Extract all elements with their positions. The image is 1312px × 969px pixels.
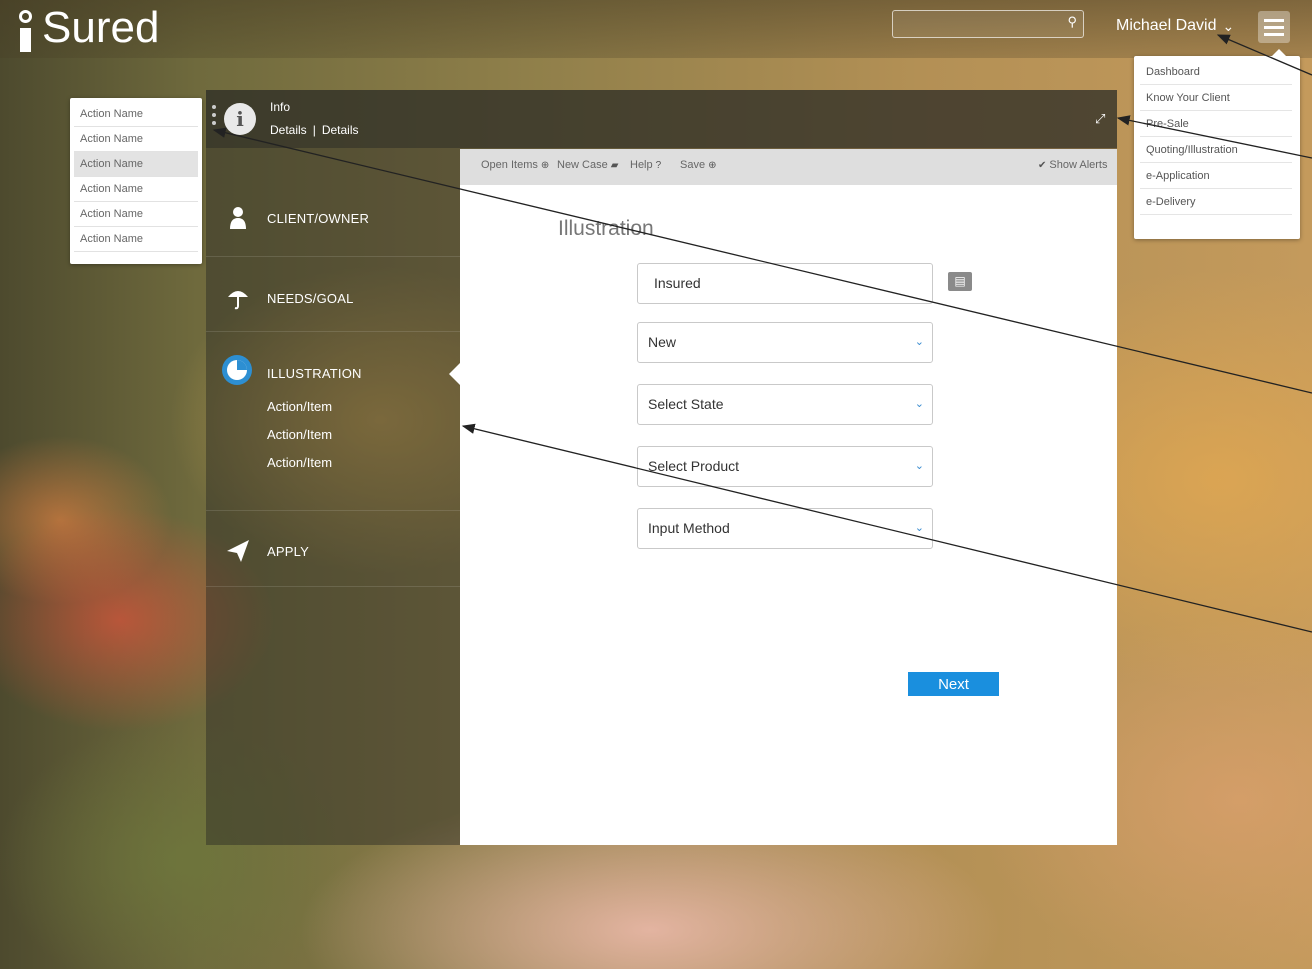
action-menu-item[interactable]: Action Name [74,152,198,177]
details-separator: | [312,123,316,137]
product-select[interactable]: Select Product ⌄ [637,446,933,487]
chevron-down-icon: ⌄ [914,398,924,410]
chevron-down-icon: ⌄ [914,460,924,472]
search-box[interactable]: ⚲ [892,10,1084,38]
hamburger-menu-button[interactable] [1258,11,1290,43]
menu-item-e-delivery[interactable]: e-Delivery [1140,189,1292,215]
details-link[interactable]: Details [270,123,307,137]
paper-plane-icon [227,540,249,562]
action-menu-item[interactable]: Action Name [74,127,198,152]
state-select[interactable]: Select State ⌄ [637,384,933,425]
menu-item-e-application[interactable]: e-Application [1140,163,1292,189]
action-menu-item[interactable]: Action Name [74,202,198,227]
action-menu-item[interactable]: Action Name [74,227,198,252]
show-alerts-button[interactable]: ✔ Show Alerts [1038,159,1107,171]
action-menu: Action Name Action Name Action Name Acti… [70,98,202,264]
chevron-down-icon: ⌄ [1222,18,1235,34]
insured-field[interactable]: Insured [637,263,933,304]
menu-bar [1264,25,1284,29]
content-area: Open Items ⊕ New Case ▰ Help? Save ⊕ ✔ Show … [460,149,1117,845]
content-toolbar: Open Items ⊕ New Case ▰ Help? Save ⊕ ✔ Show … [460,149,1117,185]
nav-divider [206,510,460,511]
search-input[interactable] [899,14,1063,36]
show-alerts-label: Show Alerts [1049,159,1108,171]
drag-handle-icon[interactable] [212,105,216,129]
user-name: Michael David [1116,17,1217,34]
open-items-label: Open Items [481,159,538,171]
menu-item-quoting-illustration[interactable]: Quoting/Illustration [1140,137,1292,163]
nav-divider [206,256,460,257]
save-button[interactable]: Save ⊕ [680,159,716,171]
folder-icon: ▰ [610,160,619,171]
expand-icon[interactable]: ⤢ [1095,111,1105,127]
active-section-pointer [449,363,460,385]
sidebar-subitem[interactable]: Action/Item [267,455,332,470]
menu-item-pre-sale[interactable]: Pre-Sale [1140,111,1292,137]
info-details: Details | Details [270,123,359,137]
sidebar-item-label: NEEDS/GOAL [267,290,354,306]
save-label: Save [680,159,706,171]
plus-circle-icon: ⊕ [540,160,550,171]
help-label: Help [630,159,653,171]
plus-circle-icon: ⊕ [708,160,717,171]
insured-value: Insured [654,275,701,291]
menu-item-know-your-client[interactable]: Know Your Client [1140,85,1292,111]
person-icon [230,207,246,229]
help-button[interactable]: Help? [630,159,661,171]
input-method-select[interactable]: Input Method ⌄ [637,508,933,549]
sidebar-item-client-owner[interactable]: CLIENT/OWNER [206,205,460,231]
nav-divider [206,586,460,587]
next-button[interactable]: Next [908,672,999,696]
case-type-value: New [648,334,677,350]
open-items-button[interactable]: Open Items ⊕ [481,159,549,171]
main-dropdown-menu: Dashboard Know Your Client Pre-Sale Quot… [1134,49,1300,239]
chevron-down-icon: ⌄ [914,522,924,534]
sidebar-item-needs-goal[interactable]: NEEDS/GOAL [206,285,460,311]
new-case-label: New Case [557,159,608,171]
nav-divider [206,331,460,332]
state-value: Select State [648,396,724,412]
umbrella-icon [228,291,248,310]
sidebar-item-label: CLIENT/OWNER [267,210,370,226]
menu-bar [1264,18,1284,22]
page-title: Illustration [558,217,654,240]
info-header [206,90,1117,148]
user-menu[interactable]: Michael David ⌄ [1116,17,1234,35]
logo-mark-icon [16,8,40,52]
case-type-select[interactable]: New ⌄ [637,322,933,363]
info-icon[interactable]: i [224,103,256,135]
menu-bar [1264,32,1284,36]
sidebar-item-label: ILLUSTRATION [267,365,362,381]
search-icon[interactable]: ⚲ [1067,14,1077,30]
sidebar-item-label: APPLY [267,543,309,559]
menu-item-dashboard[interactable]: Dashboard [1140,59,1292,85]
check-circle-icon: ✔ [1038,160,1047,171]
action-menu-item[interactable]: Action Name [74,177,198,202]
chevron-down-icon: ⌄ [914,336,924,348]
logo-text: Sured [42,3,160,52]
product-value: Select Product [648,458,740,474]
input-method-value: Input Method [648,520,730,536]
help-circle-icon: ? [655,160,662,171]
contact-card-icon[interactable]: ▤ [948,272,972,291]
action-menu-item[interactable]: Action Name [74,102,198,127]
sidebar-item-illustration[interactable]: ILLUSTRATION [206,360,460,386]
info-title: Info [270,100,291,114]
app-logo[interactable]: Sured [16,4,159,52]
details-link[interactable]: Details [322,123,359,137]
sidebar-subitem[interactable]: Action/Item [267,399,332,414]
new-case-button[interactable]: New Case ▰ [557,159,618,171]
sidebar-subitem[interactable]: Action/Item [267,427,332,442]
sidebar-item-apply[interactable]: APPLY [206,538,460,564]
